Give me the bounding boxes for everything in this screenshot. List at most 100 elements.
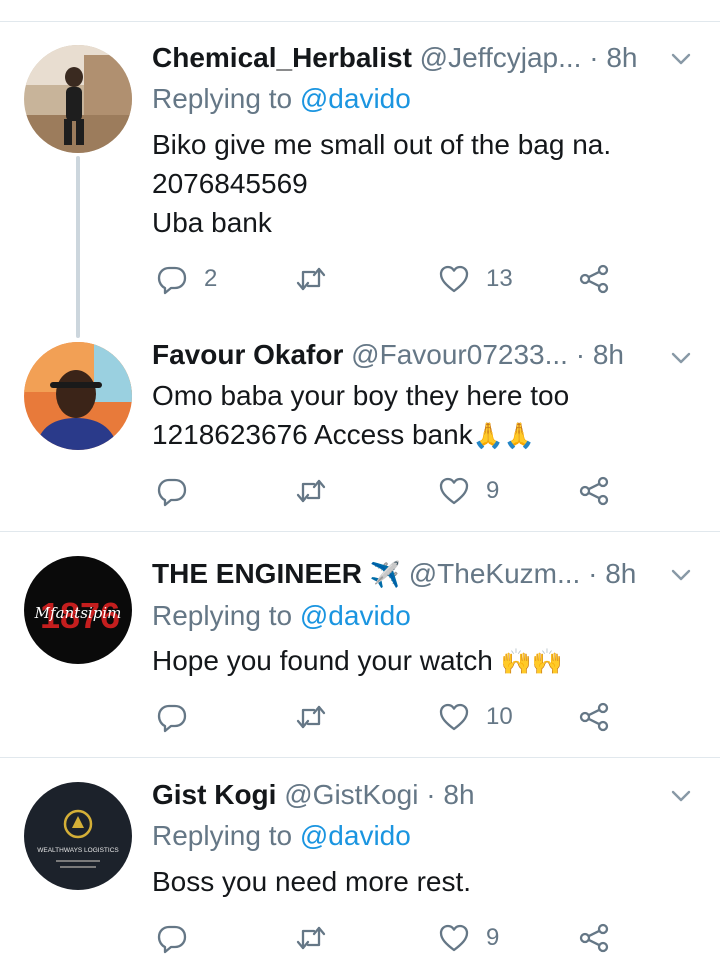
- like-button[interactable]: 9: [438, 918, 499, 958]
- reply-icon: [157, 266, 187, 295]
- timestamp[interactable]: 8h: [593, 339, 624, 370]
- chevron-down-icon[interactable]: [670, 785, 692, 807]
- tweet-header: Gist Kogi @GistKogi · 8h: [152, 775, 700, 815]
- display-name[interactable]: THE ENGINEER: [152, 558, 362, 589]
- tweet-text: Boss you need more rest.: [152, 862, 700, 901]
- tweet-header: Favour Okafor @Favour07233... · 8h: [152, 335, 700, 375]
- separator-dot: ·: [580, 558, 606, 589]
- tweet-text-line: Biko give me small out of the bag na.: [152, 129, 612, 160]
- user-handle[interactable]: @TheKuzm...: [409, 558, 581, 589]
- tweet-text: Omo baba your boy they here too 12186236…: [152, 376, 700, 455]
- airplane-emoji: ✈️: [369, 560, 401, 589]
- heart-icon: [439, 477, 469, 505]
- timestamp[interactable]: 8h: [443, 779, 474, 810]
- timestamp[interactable]: 8h: [605, 558, 636, 589]
- retweet-icon: [296, 926, 326, 950]
- separator-dot: ·: [418, 779, 444, 810]
- top-divider: [0, 21, 720, 22]
- replying-to-line: Replying to @davido: [152, 816, 411, 856]
- retweet-icon: [296, 479, 326, 503]
- user-handle[interactable]: @GistKogi: [284, 779, 418, 810]
- separator-dot: ·: [581, 42, 607, 73]
- reply-icon: [157, 478, 187, 507]
- like-count: 13: [486, 265, 513, 292]
- share-button[interactable]: [578, 697, 610, 737]
- tweet-divider: [0, 531, 720, 532]
- reply-button[interactable]: [156, 697, 204, 737]
- reply-button[interactable]: 2: [156, 259, 217, 299]
- thread-connector-line: [76, 156, 80, 338]
- avatar[interactable]: [24, 342, 132, 450]
- user-handle[interactable]: @Jeffcyjap...: [420, 42, 582, 73]
- avatar-logo-text: Mfantsipim: [34, 604, 122, 622]
- replying-to-mention[interactable]: @davido: [300, 83, 411, 114]
- reply-count: 2: [204, 265, 218, 292]
- reply-button[interactable]: [156, 918, 204, 958]
- retweet-icon: [296, 705, 326, 729]
- action-bar: 10: [152, 697, 622, 737]
- replying-to-mention[interactable]: @davido: [300, 820, 411, 851]
- avatar[interactable]: WEALTHWAYS LOGISTICS: [24, 782, 132, 890]
- tweet-header: Chemical_Herbalist @Jeffcyjap... · 8h: [152, 38, 700, 78]
- tweet-text-line: Boss you need more rest.: [152, 866, 472, 897]
- action-bar: 9: [152, 471, 622, 511]
- tweet-header: THE ENGINEER ✈️ @TheKuzm... · 8h: [152, 554, 700, 594]
- avatar[interactable]: 1876 Mfantsipim: [24, 556, 132, 664]
- reply-button[interactable]: [156, 471, 204, 511]
- tweet-text-span: 1218623676 Access bank: [152, 419, 473, 450]
- like-button[interactable]: 13: [438, 259, 513, 299]
- share-icon: [579, 264, 609, 294]
- like-count: 10: [486, 703, 513, 730]
- heart-icon: [439, 703, 469, 731]
- timestamp[interactable]: 8h: [606, 42, 637, 73]
- share-icon: [579, 476, 609, 506]
- chevron-down-icon[interactable]: [670, 48, 692, 70]
- prayer-hands-emoji: 🙏🙏: [472, 421, 535, 450]
- avatar-logo-text: WEALTHWAYS LOGISTICS: [37, 847, 119, 854]
- heart-icon: [439, 265, 469, 293]
- retweet-button[interactable]: [295, 259, 343, 299]
- user-handle[interactable]: @Favour07233...: [351, 339, 568, 370]
- tweet-text-line: Omo baba your boy they here too: [152, 380, 570, 411]
- tweet-divider: [0, 757, 720, 758]
- action-bar: 9: [152, 918, 622, 958]
- display-name[interactable]: Gist Kogi: [152, 779, 276, 810]
- heart-icon: [439, 924, 469, 952]
- replying-to-line: Replying to @davido: [152, 596, 411, 636]
- share-icon: [579, 702, 609, 732]
- tweet-text-line: Uba bank: [152, 207, 272, 238]
- replying-to-line: Replying to @davido: [152, 79, 411, 119]
- share-button[interactable]: [578, 259, 610, 299]
- tweet-text-line-with-emoji: 1218623676 Access bank🙏🙏: [152, 415, 700, 455]
- chevron-down-icon[interactable]: [670, 564, 692, 586]
- share-icon: [579, 923, 609, 953]
- tweet-text-span: Hope you found your watch: [152, 645, 493, 676]
- reply-icon: [157, 925, 187, 954]
- replying-to-label: Replying to: [152, 820, 300, 851]
- replying-to-label: Replying to: [152, 600, 300, 631]
- tweet-text: Biko give me small out of the bag na. 20…: [152, 125, 700, 242]
- like-count: 9: [486, 924, 500, 951]
- like-count: 9: [486, 477, 500, 504]
- separator-dot: ·: [567, 339, 593, 370]
- chevron-down-icon[interactable]: [670, 347, 692, 369]
- tweet-text: Hope you found your watch 🙌🙌: [152, 641, 700, 681]
- retweet-button[interactable]: [295, 918, 343, 958]
- replying-to-label: Replying to: [152, 83, 300, 114]
- display-name[interactable]: Chemical_Herbalist: [152, 42, 412, 73]
- replying-to-mention[interactable]: @davido: [300, 600, 411, 631]
- avatar[interactable]: [24, 45, 132, 153]
- retweet-icon: [296, 267, 326, 291]
- tweet-text-line: 2076845569: [152, 168, 308, 199]
- retweet-button[interactable]: [295, 697, 343, 737]
- share-button[interactable]: [578, 918, 610, 958]
- share-button[interactable]: [578, 471, 610, 511]
- action-bar: 2 13: [152, 259, 622, 299]
- raising-hands-emoji: 🙌🙌: [500, 647, 563, 676]
- tweet-text-line-with-emoji: Hope you found your watch 🙌🙌: [152, 641, 700, 681]
- reply-icon: [157, 704, 187, 733]
- display-name[interactable]: Favour Okafor: [152, 339, 343, 370]
- retweet-button[interactable]: [295, 471, 343, 511]
- like-button[interactable]: 9: [438, 471, 499, 511]
- like-button[interactable]: 10: [438, 697, 513, 737]
